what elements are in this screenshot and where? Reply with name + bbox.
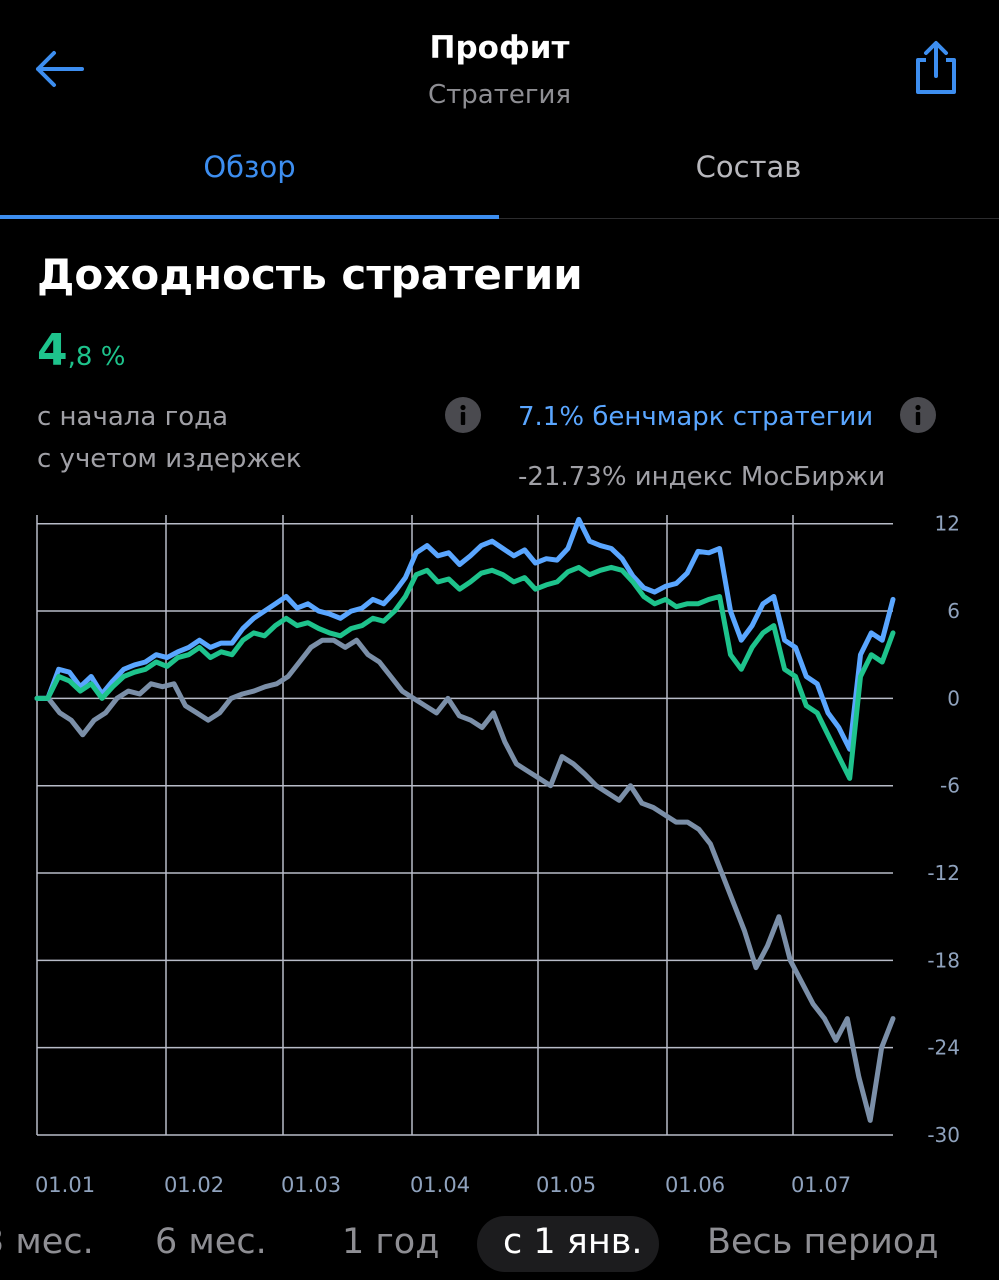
- page-subtitle: Стратегия: [427, 80, 572, 110]
- period-since-jan-1[interactable]: с 1 янв.: [503, 1222, 642, 1262]
- x-tick-label: 01.01: [35, 1173, 95, 1197]
- x-tick-label: 01.07: [791, 1173, 851, 1197]
- share-icon: [916, 41, 956, 94]
- y-tick-label: 0: [947, 686, 960, 710]
- returns-chart[interactable]: 12 6 0 -6 -12 -18 -24 -30 01.01 01.02 01.03 01.04 01…: [0, 510, 999, 1200]
- return-value: 4,8 %: [37, 325, 125, 376]
- y-tick-label: -6: [940, 774, 960, 798]
- tab-bar: Обзор Состав: [0, 130, 999, 219]
- return-value-integer: 4: [37, 325, 68, 376]
- active-tab-indicator: [0, 215, 499, 219]
- x-tick-label: 01.04: [410, 1173, 470, 1197]
- page-title: Профит: [429, 30, 570, 66]
- info-icon[interactable]: [445, 397, 481, 433]
- period-selector: 3 мес. 6 мес. 1 год с 1 янв. Весь период: [0, 1212, 999, 1272]
- y-tick-label: -24: [927, 1036, 960, 1060]
- x-tick-label: 01.03: [281, 1173, 341, 1197]
- y-tick-label: 6: [947, 599, 960, 623]
- x-tick-label: 01.05: [536, 1173, 596, 1197]
- tab-composition[interactable]: Состав: [499, 150, 998, 184]
- share-button[interactable]: [908, 38, 964, 98]
- x-tick-label: 01.02: [164, 1173, 224, 1197]
- benchmark-info-icon[interactable]: [900, 397, 936, 433]
- period-6-months[interactable]: 6 мес.: [155, 1222, 267, 1262]
- period-3-months[interactable]: 3 мес.: [0, 1222, 94, 1262]
- y-tick-label: -18: [927, 948, 960, 972]
- return-value-fraction: ,8 %: [67, 342, 126, 372]
- x-tick-label: 01.06: [665, 1173, 725, 1197]
- y-tick-label: -12: [927, 861, 960, 885]
- benchmark-label[interactable]: 7.1% бенчмарк стратегии: [518, 402, 873, 432]
- period-1-year[interactable]: 1 год: [342, 1222, 439, 1262]
- y-tick-label: -30: [927, 1123, 960, 1147]
- app-header: Профит Стратегия: [0, 0, 999, 130]
- tab-overview[interactable]: Обзор: [0, 150, 499, 184]
- moex-index-label: -21.73% индекс МосБиржи: [518, 462, 886, 492]
- section-title: Доходность стратегии: [37, 250, 583, 299]
- period-all-time[interactable]: Весь период: [707, 1222, 939, 1262]
- caption-with-costs: с учетом издержек: [37, 444, 302, 474]
- y-tick-label: 12: [935, 512, 960, 536]
- caption-since-year-start: с начала года: [37, 402, 229, 432]
